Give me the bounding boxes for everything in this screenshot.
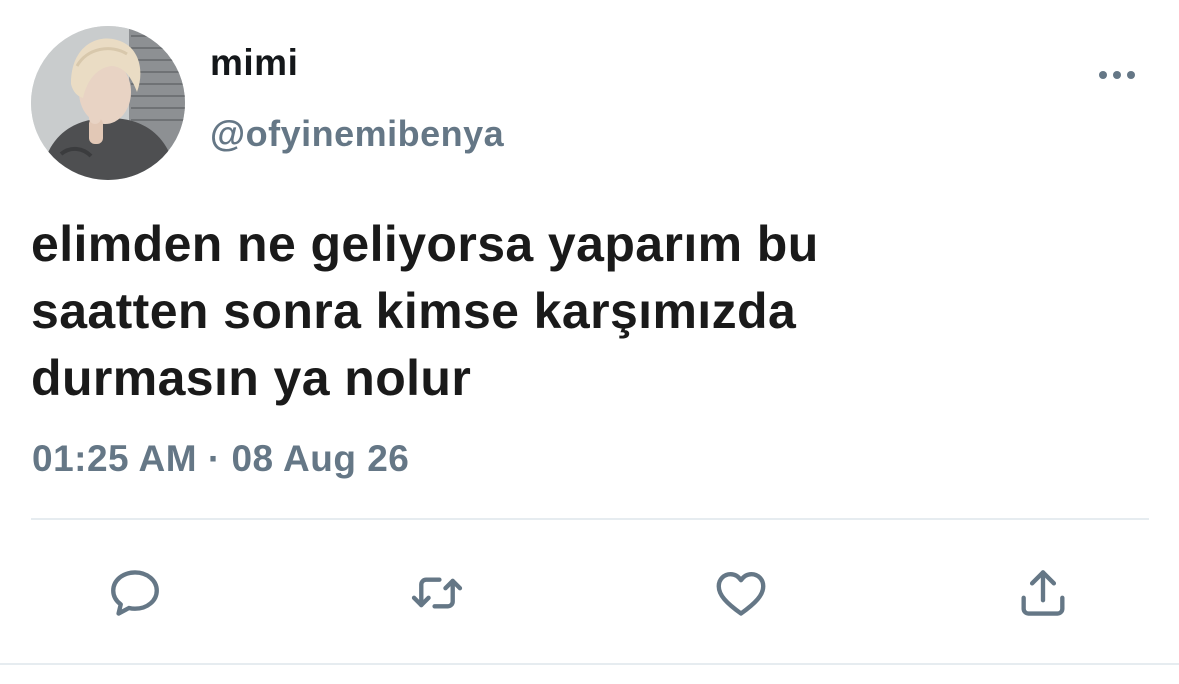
tweet-text-line: saatten sonra kimse karşımızda (31, 283, 797, 339)
retweet-icon (411, 577, 463, 609)
reply-icon (111, 570, 159, 616)
retweet-button[interactable] (407, 563, 467, 623)
like-button[interactable] (711, 563, 771, 623)
share-button[interactable] (1013, 563, 1073, 623)
tweet-timestamp[interactable]: 01:25 AM · 08 Aug 26 (32, 438, 409, 480)
more-icon (1099, 71, 1135, 79)
share-icon (1021, 570, 1065, 616)
heart-icon (716, 571, 766, 616)
display-name[interactable]: mimi (210, 42, 298, 84)
tweet-text-line: durmasın ya nolur (31, 350, 472, 406)
tweet-text-line: elimden ne geliyorsa yaparım bu (31, 216, 819, 272)
tweet-text: elimden ne geliyorsa yaparım bu saatten … (31, 211, 1131, 412)
avatar[interactable] (31, 26, 185, 180)
user-handle[interactable]: @ofyinemibenya (210, 113, 504, 155)
divider (31, 518, 1149, 520)
reply-button[interactable] (105, 563, 165, 623)
profile-photo-icon (31, 26, 185, 180)
more-options-button[interactable] (1092, 60, 1142, 90)
bottom-divider (0, 663, 1179, 665)
tweet-card: mimi @ofyinemibenya elimden ne geliyorsa… (0, 0, 1179, 684)
